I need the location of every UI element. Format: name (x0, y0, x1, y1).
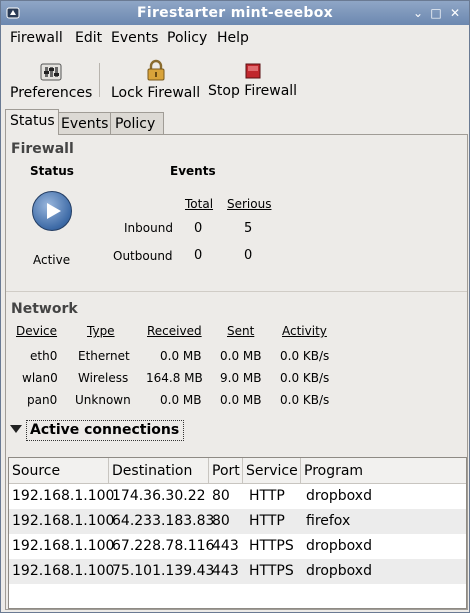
active-connections-title: Active connections (26, 420, 185, 441)
source-cell: 192.168.1.100 (12, 513, 115, 529)
toolbar: Preferences Lock Firewall Stop Firewall (1, 51, 469, 107)
tab-policy[interactable]: Policy (110, 112, 164, 135)
preferences-icon (40, 63, 62, 81)
port-cell: 443 (212, 538, 239, 554)
activity-value: 0.0 KB/s (280, 371, 330, 385)
events-label: Events (170, 164, 216, 178)
program-column-header[interactable]: Program (301, 458, 466, 484)
table-row[interactable]: 192.168.1.100 67.228.78.116 443 HTTPS dr… (9, 534, 466, 559)
connections-table[interactable]: Source Destination Port Service Program … (8, 457, 467, 609)
outbound-total: 0 (194, 248, 203, 263)
device-type: Unknown (75, 393, 131, 407)
activity-value: 0.0 KB/s (280, 393, 330, 407)
stop-firewall-label: Stop Firewall (208, 83, 298, 99)
minimize-button[interactable]: ⌄ (411, 6, 425, 20)
preferences-button[interactable]: Preferences (10, 63, 92, 101)
device-type: Wireless (78, 371, 129, 385)
serious-header: Serious (227, 197, 272, 211)
expander-arrow-icon[interactable] (10, 425, 22, 433)
port-column-header[interactable]: Port (209, 458, 243, 484)
menu-help[interactable]: Help (217, 30, 249, 46)
lock-firewall-label: Lock Firewall (111, 85, 201, 101)
source-cell: 192.168.1.100 (12, 538, 115, 554)
status-panel: Firewall Status Events Active Total Seri… (5, 134, 468, 610)
total-header: Total (185, 197, 214, 211)
destination-cell: 75.101.139.43 (112, 563, 215, 579)
sent-value: 0.0 MB (220, 393, 262, 407)
stop-icon (245, 63, 261, 79)
received-value: 0.0 MB (160, 393, 202, 407)
app-window: Firestarter mint-eeebox ⌄ □ ✕ Firewall E… (0, 0, 470, 613)
inbound-label: Inbound (124, 221, 173, 235)
menu-events[interactable]: Events (111, 30, 158, 46)
table-row[interactable]: 192.168.1.100 174.36.30.22 80 HTTP dropb… (9, 484, 466, 509)
device-name: eth0 (30, 349, 58, 363)
menu-policy[interactable]: Policy (167, 30, 207, 46)
received-value: 164.8 MB (146, 371, 203, 385)
device-header: Device (16, 324, 58, 338)
outbound-serious: 0 (244, 248, 253, 263)
outbound-label: Outbound (113, 249, 173, 263)
port-cell: 80 (212, 513, 230, 529)
toolbar-separator (99, 63, 100, 97)
menu-edit[interactable]: Edit (75, 30, 102, 46)
table-row[interactable]: 192.168.1.100 64.233.183.83 80 HTTP fire… (9, 509, 466, 534)
port-cell: 443 (212, 563, 239, 579)
service-cell: HTTP (249, 488, 285, 504)
destination-cell: 67.228.78.116 (112, 538, 215, 554)
title-bar[interactable]: Firestarter mint-eeebox ⌄ □ ✕ (1, 1, 469, 25)
window-title: Firestarter mint-eeebox (136, 5, 334, 21)
table-row[interactable]: 192.168.1.100 75.101.139.43 443 HTTPS dr… (9, 559, 466, 584)
source-cell: 192.168.1.100 (12, 563, 115, 579)
source-cell: 192.168.1.100 (12, 488, 115, 504)
tab-status[interactable]: Status (5, 109, 59, 135)
lock-icon (147, 59, 165, 81)
program-cell: dropboxd (306, 488, 372, 504)
firewall-state: Active (33, 253, 71, 267)
menu-firewall[interactable]: Firewall (10, 30, 63, 46)
device-type: Ethernet (78, 349, 130, 363)
tab-events[interactable]: Events (56, 112, 112, 135)
destination-column-header[interactable]: Destination (109, 458, 209, 484)
network-heading: Network (11, 301, 78, 317)
status-label: Status (30, 164, 74, 178)
program-cell: firefox (306, 513, 351, 529)
received-value: 0.0 MB (160, 349, 202, 363)
destination-cell: 64.233.183.83 (112, 513, 215, 529)
sent-value: 9.0 MB (220, 371, 262, 385)
inbound-serious: 5 (244, 221, 253, 236)
lock-firewall-button[interactable]: Lock Firewall (111, 59, 200, 101)
close-button[interactable]: ✕ (448, 6, 462, 20)
device-name: pan0 (27, 393, 58, 407)
port-cell: 80 (212, 488, 230, 504)
stop-firewall-button[interactable]: Stop Firewall (208, 63, 297, 99)
play-icon[interactable] (32, 191, 72, 231)
service-cell: HTTP (249, 513, 285, 529)
maximize-button[interactable]: □ (429, 6, 443, 20)
service-cell: HTTPS (249, 563, 294, 579)
type-header: Type (87, 324, 115, 338)
sent-header: Sent (227, 324, 255, 338)
sent-value: 0.0 MB (220, 349, 262, 363)
device-name: wlan0 (22, 371, 58, 385)
service-cell: HTTPS (249, 538, 294, 554)
inbound-total: 0 (194, 221, 203, 236)
section-divider (6, 291, 467, 292)
service-column-header[interactable]: Service (243, 458, 301, 484)
preferences-label: Preferences (10, 85, 93, 101)
destination-cell: 174.36.30.22 (112, 488, 206, 504)
program-cell: dropboxd (306, 538, 372, 554)
menu-bar: Firewall Edit Events Policy Help (1, 26, 469, 50)
received-header: Received (147, 324, 202, 338)
activity-value: 0.0 KB/s (280, 349, 330, 363)
source-column-header[interactable]: Source (9, 458, 109, 484)
program-cell: dropboxd (306, 563, 372, 579)
activity-header: Activity (282, 324, 327, 338)
firewall-heading: Firewall (11, 141, 74, 157)
